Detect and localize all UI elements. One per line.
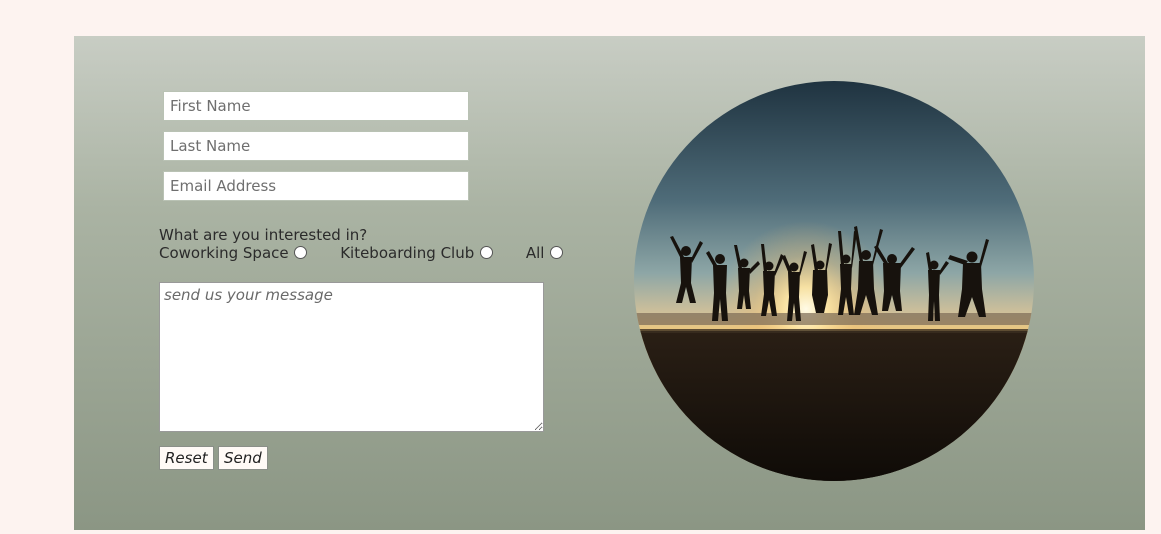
interest-option-coworking: Coworking Space: [159, 244, 308, 262]
sunset-jumping-photo: [634, 81, 1034, 481]
interest-question: What are you interested in?: [159, 226, 368, 244]
first-name-input[interactable]: [163, 91, 469, 121]
send-button[interactable]: Send: [218, 446, 268, 470]
interest-option-label: All: [525, 244, 545, 262]
interest-option-kiteboarding: Kiteboarding Club: [340, 244, 494, 262]
kiteboarding-radio[interactable]: [480, 246, 494, 259]
email-input[interactable]: [163, 171, 469, 201]
coworking-radio[interactable]: [294, 246, 308, 259]
photo-illustration: [634, 81, 1034, 481]
all-radio[interactable]: [550, 246, 564, 259]
interest-option-label: Coworking Space: [159, 244, 289, 262]
contact-panel: What are you interested in? Coworking Sp…: [74, 36, 1145, 530]
interest-option-label: Kiteboarding Club: [340, 244, 475, 262]
last-name-input[interactable]: [163, 131, 469, 161]
message-textarea[interactable]: [159, 282, 544, 432]
interest-option-all: All: [525, 244, 564, 262]
interest-options: Coworking Space Kiteboarding Club All: [159, 244, 564, 262]
reset-button[interactable]: Reset: [159, 446, 214, 470]
